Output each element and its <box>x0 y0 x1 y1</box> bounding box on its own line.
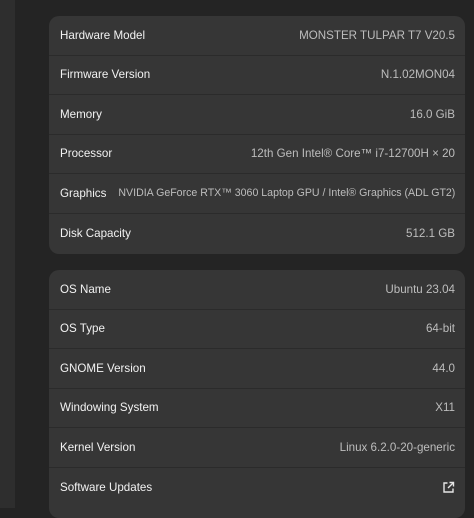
graphics-label: Graphics <box>60 186 107 200</box>
gnome-version-value: 44.0 <box>432 361 455 375</box>
windowing-system-row: Windowing System X11 <box>49 389 465 428</box>
os-type-label: OS Type <box>60 322 105 336</box>
software-updates-row[interactable]: Software Updates <box>49 468 465 508</box>
hardware-model-row: Hardware Model MONSTER TULPAR T7 V20.5 <box>49 16 465 56</box>
processor-row: Processor 12th Gen Intel® Core™ i7-12700… <box>49 135 465 174</box>
disk-capacity-label: Disk Capacity <box>60 226 131 240</box>
os-type-row: OS Type 64-bit <box>49 310 465 349</box>
hardware-info-panel: Hardware Model MONSTER TULPAR T7 V20.5 F… <box>49 16 465 254</box>
processor-label: Processor <box>60 147 113 161</box>
hardware-model-label: Hardware Model <box>60 28 146 42</box>
external-link-icon <box>442 481 455 494</box>
firmware-version-value: N.1.02MON04 <box>380 68 455 82</box>
kernel-version-label: Kernel Version <box>60 440 136 454</box>
kernel-version-row: Kernel Version Linux 6.2.0-20-generic <box>49 428 465 468</box>
software-updates-label: Software Updates <box>60 480 153 494</box>
memory-label: Memory <box>60 107 102 121</box>
os-name-value: Ubuntu 23.04 <box>385 282 455 296</box>
windowing-system-value: X11 <box>435 401 455 415</box>
kernel-version-value: Linux 6.2.0-20-generic <box>339 440 455 454</box>
hardware-model-value: MONSTER TULPAR T7 V20.5 <box>299 28 455 42</box>
os-type-value: 64-bit <box>425 322 455 336</box>
windowing-system-label: Windowing System <box>60 401 159 415</box>
disk-capacity-row: Disk Capacity 512.1 GB <box>49 214 465 254</box>
gnome-version-label: GNOME Version <box>60 361 146 375</box>
firmware-version-label: Firmware Version <box>60 68 151 82</box>
gnome-version-row: GNOME Version 44.0 <box>49 349 465 389</box>
memory-value: 16.0 GiB <box>409 107 455 121</box>
software-info-panel: OS Name Ubuntu 23.04 OS Type 64-bit GNOM… <box>49 270 465 518</box>
os-name-label: OS Name <box>60 282 111 296</box>
memory-row: Memory 16.0 GiB <box>49 95 465 135</box>
window-edge <box>0 0 15 508</box>
graphics-row: Graphics NVIDIA GeForce RTX™ 3060 Laptop… <box>49 174 465 214</box>
firmware-version-row: Firmware Version N.1.02MON04 <box>49 56 465 95</box>
graphics-value: NVIDIA GeForce RTX™ 3060 Laptop GPU / In… <box>118 187 455 200</box>
os-name-row: OS Name Ubuntu 23.04 <box>49 270 465 310</box>
processor-value: 12th Gen Intel® Core™ i7-12700H × 20 <box>250 147 455 161</box>
disk-capacity-value: 512.1 GB <box>406 226 455 240</box>
